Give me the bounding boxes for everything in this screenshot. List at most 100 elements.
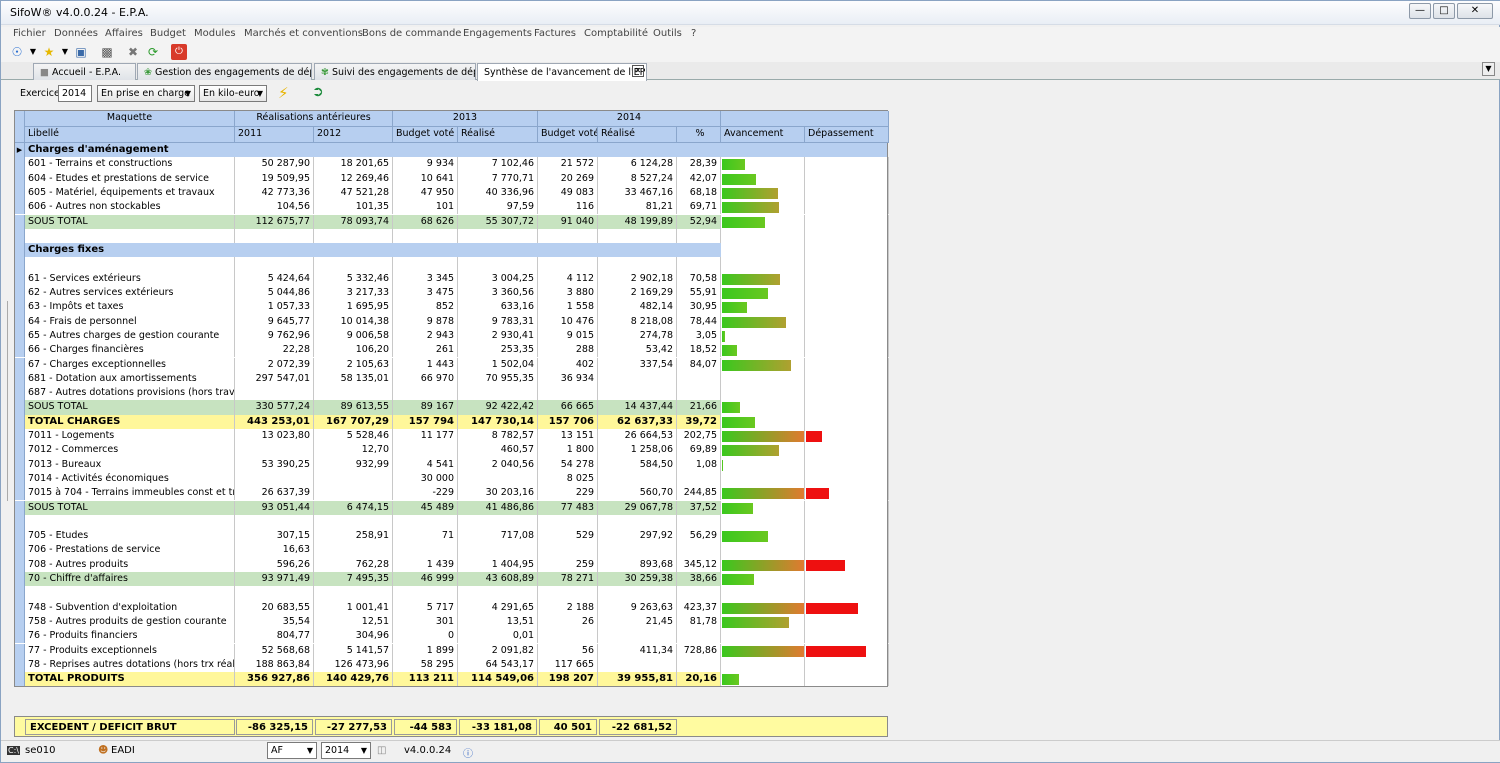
row-indicator[interactable] <box>15 614 25 630</box>
menu-item[interactable]: Comptabilité <box>584 28 648 39</box>
row-indicator[interactable] <box>15 357 25 372</box>
minimize-button[interactable]: — <box>1409 3 1431 19</box>
window-icon[interactable]: ▣ <box>73 44 89 60</box>
table-row[interactable]: SOUS TOTAL 330 577,24 89 613,55 89 167 92 42… <box>15 400 889 415</box>
row-indicator[interactable] <box>15 257 25 272</box>
row-indicator[interactable] <box>15 314 25 329</box>
table-row[interactable]: 708 - Autres produits 596,26 762,28 1 439 1 … <box>15 557 889 572</box>
splitter-handle[interactable] <box>7 301 13 501</box>
menu-item[interactable]: Fichier <box>13 28 46 39</box>
table-row[interactable]: 758 - Autres produits de gestion courant… <box>15 614 889 630</box>
header-depassement[interactable]: Dépassement <box>805 127 889 143</box>
row-indicator[interactable] <box>15 471 25 487</box>
row-indicator[interactable] <box>15 328 25 344</box>
unit-select[interactable]: En kilo-euro ▼ <box>199 85 267 102</box>
row-indicator[interactable] <box>15 529 25 544</box>
row-indicator[interactable] <box>15 157 25 172</box>
menu-item[interactable]: Données <box>54 28 98 39</box>
table-row[interactable]: 606 - Autres non stockables 104,56 101,35 1… <box>15 200 889 215</box>
menu-item[interactable]: ? <box>691 28 696 39</box>
header-c2012[interactable]: 2012 <box>314 127 393 143</box>
header-pct[interactable]: % <box>677 127 721 143</box>
table-row[interactable]: 64 - Frais de personnel 9 645,77 10 014,38… <box>15 314 889 329</box>
tab-3[interactable]: ✾ Suivi des engagements de dépense <box>314 63 476 80</box>
row-indicator[interactable] <box>15 586 25 601</box>
menu-item[interactable]: Outils <box>653 28 682 39</box>
exercice-input[interactable]: 2014 <box>58 85 92 102</box>
table-row[interactable]: 63 - Impôts et taxes 1 057,33 1 695,95 852 6… <box>15 300 889 315</box>
export-icon[interactable]: ➲ <box>312 84 324 100</box>
table-row[interactable]: TOTAL PRODUITS 356 927,86 140 429,76 113 21… <box>15 672 889 687</box>
table-row[interactable]: 70 - Chiffre d'affaires 93 971,49 7 495,35… <box>15 572 889 587</box>
table-row[interactable]: 66 - Charges financières 22,28 106,20 261 25… <box>15 343 889 358</box>
menu-item[interactable]: Bons de commande <box>362 28 461 39</box>
row-indicator[interactable] <box>15 486 25 501</box>
year-select[interactable]: 2014 ▼ <box>321 742 371 759</box>
table-row[interactable]: 681 - Dotation aux amortissements 297 547… <box>15 371 889 387</box>
table-row[interactable]: 604 - Etudes et prestations de service 19… <box>15 171 889 186</box>
menu-item[interactable]: Marchés et conventions <box>244 28 363 39</box>
table-row[interactable]: 67 - Charges exceptionnelles 2 072,39 2 10… <box>15 357 889 372</box>
print-icon[interactable]: ▩ <box>99 44 115 60</box>
chevron-down-icon[interactable]: ▼ <box>25 44 41 60</box>
close-window-button[interactable]: ✕ <box>1457 3 1493 19</box>
company-select[interactable]: AF ▼ <box>267 742 317 759</box>
row-indicator[interactable] <box>15 200 25 215</box>
row-indicator[interactable] <box>15 185 25 201</box>
row-indicator[interactable] <box>15 557 25 572</box>
info-icon[interactable]: ⓘ <box>463 745 473 760</box>
maximize-button[interactable]: □ <box>1433 3 1455 19</box>
row-indicator[interactable] <box>15 572 25 587</box>
table-row[interactable]: TOTAL CHARGES 443 253,01 167 707,29 157 794… <box>15 414 889 429</box>
table-row[interactable] <box>15 514 889 530</box>
header-avancement[interactable]: Avancement <box>721 127 805 143</box>
row-indicator[interactable] <box>15 386 25 401</box>
header-bv14[interactable]: Budget voté <box>538 127 598 143</box>
row-indicator[interactable] <box>15 657 25 673</box>
table-row[interactable]: 65 - Autres charges de gestion courante 9… <box>15 328 889 344</box>
tab-4[interactable]: Synthèse de l'avancement de l'EPRD ✕ <box>477 63 647 81</box>
menu-item[interactable]: Affaires <box>105 28 143 39</box>
table-row[interactable] <box>15 586 889 601</box>
mode-select[interactable]: En prise en charge ▼ <box>97 85 195 102</box>
tab-1[interactable]: ■ Accueil - E.P.A. <box>33 63 136 80</box>
menu-item[interactable]: Factures <box>534 28 576 39</box>
menu-item[interactable]: Budget <box>150 28 186 39</box>
row-indicator[interactable] <box>15 643 25 658</box>
table-row[interactable]: ▶ Charges d'aménagement <box>15 143 887 158</box>
row-indicator[interactable] <box>15 429 25 444</box>
table-row[interactable]: SOUS TOTAL 112 675,77 78 093,74 68 626 55 30… <box>15 214 889 229</box>
table-row[interactable]: 601 - Terrains et constructions 50 287,90… <box>15 157 889 172</box>
lightning-icon[interactable]: ⚡ <box>278 84 289 102</box>
header-re13[interactable]: Réalisé <box>458 127 538 143</box>
table-row[interactable]: 605 - Matériel, équipements et travaux 42… <box>15 185 889 201</box>
table-row[interactable]: 687 - Autres dotations provisions (hors … <box>15 386 889 401</box>
tab-2[interactable]: ❀ Gestion des engagements de dépense <box>137 63 312 80</box>
row-indicator[interactable] <box>15 243 25 258</box>
table-row[interactable]: 76 - Produits financiers 804,77 304,96 0 0,0… <box>15 629 889 644</box>
row-indicator[interactable] <box>15 600 25 615</box>
row-indicator[interactable] <box>15 171 25 186</box>
table-row[interactable]: 706 - Prestations de service 16,63 <box>15 543 889 558</box>
header-libelle[interactable]: Libellé <box>25 127 235 143</box>
row-indicator[interactable] <box>15 514 25 530</box>
row-indicator[interactable] <box>15 343 25 358</box>
table-row[interactable]: 77 - Produits exceptionnels 52 568,68 5 14… <box>15 643 889 658</box>
table-row[interactable]: 61 - Services extérieurs 5 424,64 5 332,46… <box>15 271 889 286</box>
tab-list-dropdown[interactable]: ▼ <box>1482 62 1495 76</box>
refresh-icon[interactable]: ⟳ <box>145 44 161 60</box>
table-row[interactable]: SOUS TOTAL 93 051,44 6 474,15 45 489 41 486,… <box>15 500 889 515</box>
table-row[interactable]: 7013 - Bureaux 53 390,25 932,99 4 541 2 040,… <box>15 457 889 472</box>
tools-icon[interactable]: ✖ <box>125 44 141 60</box>
table-row[interactable]: 7014 - Activités économiques 30 000 8 025 <box>15 471 889 487</box>
row-indicator[interactable]: ▶ <box>15 143 25 158</box>
favorites-star-icon[interactable]: ★ <box>41 44 57 60</box>
menu-item[interactable]: Modules <box>194 28 236 39</box>
chevron-down-icon[interactable]: ▼ <box>57 44 73 60</box>
header-bv13[interactable]: Budget voté <box>393 127 458 143</box>
row-indicator[interactable] <box>15 271 25 286</box>
table-row[interactable]: 62 - Autres services extérieurs 5 044,86 3… <box>15 286 889 301</box>
table-row[interactable] <box>15 228 889 244</box>
row-indicator[interactable] <box>15 672 25 687</box>
row-indicator[interactable] <box>15 371 25 387</box>
